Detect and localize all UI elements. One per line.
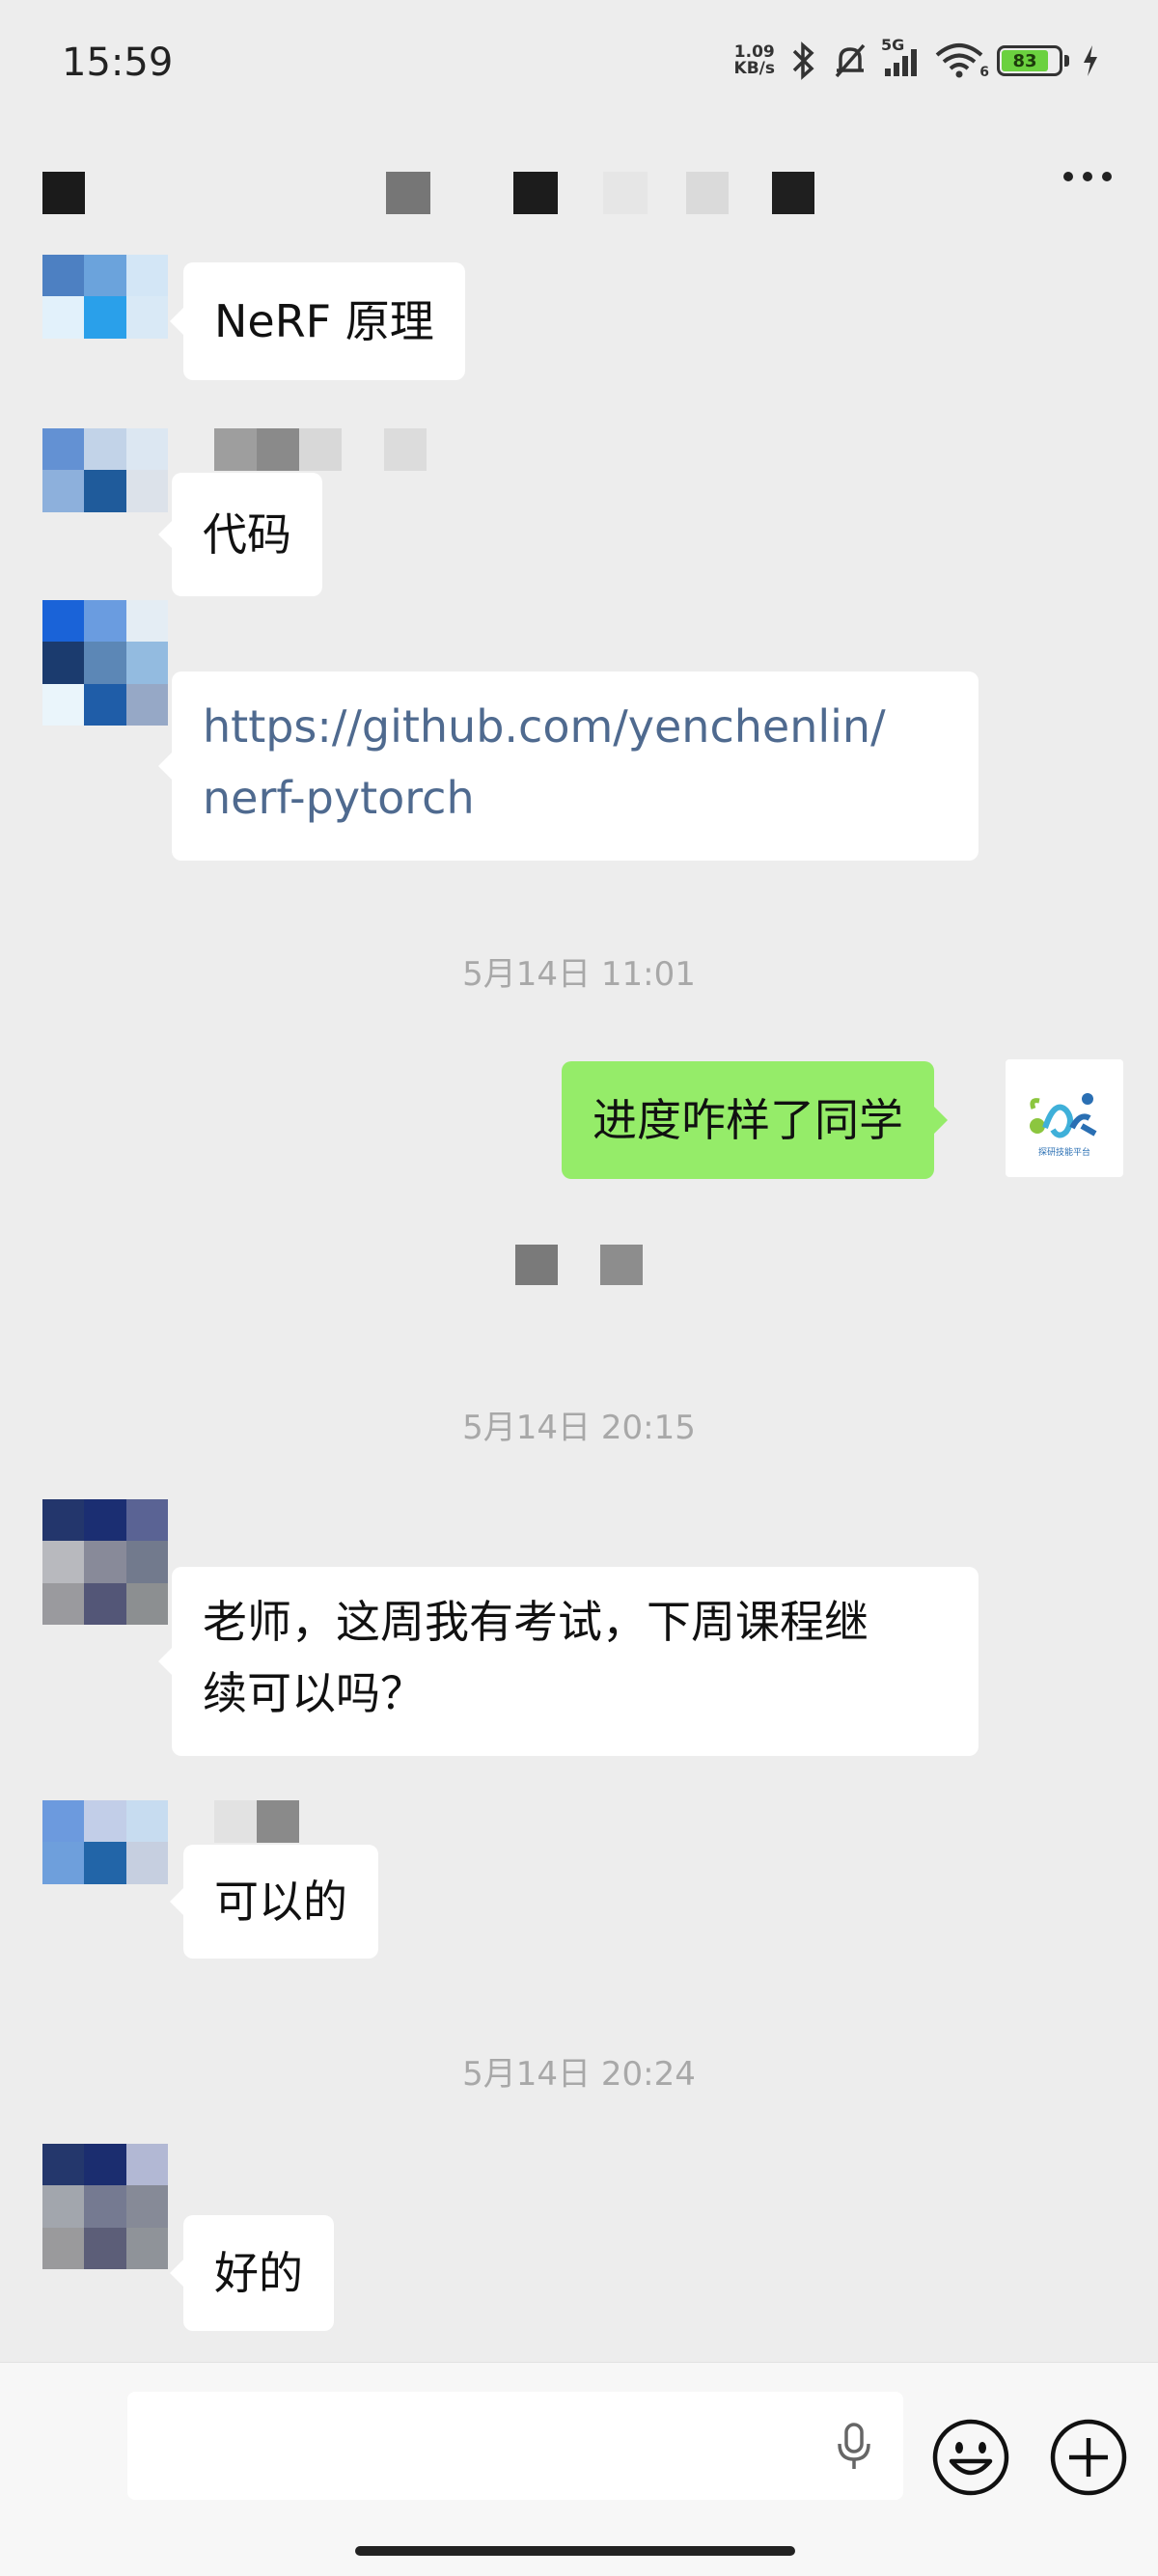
more-options-button[interactable] xyxy=(1063,172,1112,181)
message-bubble[interactable]: 可以的 xyxy=(170,1845,378,1959)
message-text-line2: 续可以吗？ xyxy=(203,1667,425,1719)
mute-bell-icon xyxy=(831,41,869,80)
message-bubble[interactable]: 代码 xyxy=(158,473,322,596)
link-message-bubble[interactable]: https://github.com/yenchenlin/ nerf-pyto… xyxy=(158,671,979,861)
sender-name-mosaic xyxy=(214,1800,299,1843)
emoji-button[interactable] xyxy=(930,2417,1011,2502)
emoji-icon xyxy=(932,2419,1009,2496)
sender-avatar[interactable] xyxy=(42,255,168,380)
message-text: 进度咋样了同学 xyxy=(593,1094,903,1146)
cellular-signal-icon: 5G xyxy=(881,36,922,80)
status-bar: 15:59 1.09 KB/s 5G 6 83 xyxy=(0,0,1158,135)
wifi-icon: 6 xyxy=(933,41,989,80)
platform-logo-icon: 探研技能平台 xyxy=(1030,1093,1097,1158)
signal-type-label: 5G xyxy=(881,36,905,54)
sender-avatar[interactable] xyxy=(42,1800,168,1926)
svg-text:探研技能平台: 探研技能平台 xyxy=(1038,1146,1090,1158)
battery-level: 83 xyxy=(1002,50,1049,71)
more-icon xyxy=(1063,172,1073,181)
link-text-line1[interactable]: https://github.com/yenchenlin/ xyxy=(203,691,886,762)
chat-header xyxy=(0,154,1158,232)
battery-indicator: 83 xyxy=(997,45,1069,76)
message-text: 可以的 xyxy=(214,1876,347,1928)
charging-icon xyxy=(1081,43,1100,78)
network-speed-unit: KB/s xyxy=(733,59,775,78)
add-attachment-button[interactable] xyxy=(1048,2417,1129,2502)
message-timestamp: 5月14日 20:24 xyxy=(462,2055,696,2094)
sender-avatar[interactable] xyxy=(42,2144,168,2269)
sender-avatar[interactable] xyxy=(42,428,168,554)
message-bubble[interactable]: 老师，这周我有考试，下周课程继 续可以吗？ xyxy=(158,1567,979,1756)
input-bar xyxy=(0,2362,1158,2576)
self-avatar[interactable]: 探研技能平台 xyxy=(1006,1059,1123,1177)
plus-icon xyxy=(1050,2419,1127,2496)
message-text: 好的 xyxy=(214,2247,303,2299)
message-input[interactable] xyxy=(127,2392,903,2500)
sender-avatar[interactable] xyxy=(42,600,168,726)
message-text: NeRF 原理 xyxy=(214,295,434,347)
bluetooth-icon xyxy=(786,41,819,80)
network-speed: 1.09 KB/s xyxy=(734,44,775,77)
message-timestamp: 5月14日 11:01 xyxy=(462,955,696,994)
message-bubble[interactable]: NeRF 原理 xyxy=(170,262,465,380)
wifi-label: 6 xyxy=(979,65,989,80)
status-icons: 1.09 KB/s 5G 6 83 xyxy=(734,36,1100,85)
microphone-icon[interactable] xyxy=(834,2421,874,2477)
link-text-line2[interactable]: nerf-pytorch xyxy=(203,762,475,834)
message-bubble[interactable]: 好的 xyxy=(170,2215,334,2331)
home-indicator[interactable] xyxy=(355,2546,795,2556)
status-time: 15:59 xyxy=(62,41,174,85)
sender-avatar[interactable] xyxy=(42,1499,168,1625)
message-text-line1: 老师，这周我有考试，下周课程继 xyxy=(203,1596,868,1648)
self-message-bubble[interactable]: 进度咋样了同学 xyxy=(562,1061,948,1179)
message-text: 代码 xyxy=(203,508,291,561)
sender-name-mosaic xyxy=(214,428,427,471)
message-timestamp: 5月14日 20:15 xyxy=(462,1409,696,1447)
